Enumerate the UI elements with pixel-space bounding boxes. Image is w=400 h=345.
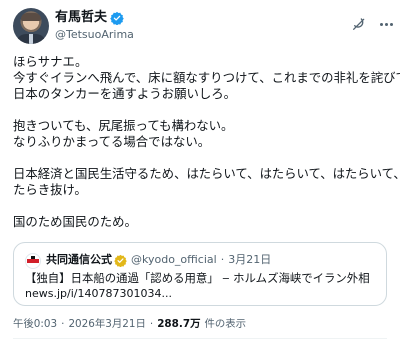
footer-separator: · [61, 318, 65, 330]
tweet-line: 日本のタンカーを通すようお願いしろ。 [13, 86, 237, 101]
author-name-row: 有馬哲夫 [55, 9, 124, 27]
tweet-text: ほらサナエ。 今すぐイランへ飛んで、床に額なすりつけて、これまでの非礼を詫びて、… [13, 54, 400, 230]
avatar-tie [29, 34, 33, 44]
more-icon[interactable] [377, 16, 395, 32]
view-count-label: 件の表示 [204, 318, 247, 330]
tweet-line: 国のため国民のため。 [13, 214, 137, 229]
more-dot [379, 22, 383, 26]
quoted-tweet[interactable]: 共同通信公式 @kyodo_official · 3月21日 【独自】日本船の通… [13, 242, 387, 306]
tweet-footer: 午後0:03 · 2026年3月21日 · 288.7万 件の表示 [13, 317, 246, 331]
quoted-author-name: 共同通信公式 [46, 253, 112, 266]
tweet-line: 日本経済と国民生活守るため、はたらいて、はたらいて、はたらいて、は [13, 166, 400, 181]
kyodo-logo-icon [25, 253, 41, 269]
footer-separator: · [149, 318, 154, 330]
author-display-name[interactable]: 有馬哲夫 [55, 9, 107, 27]
avatar[interactable] [13, 8, 49, 44]
author-handle[interactable]: @TetsuoArima [55, 28, 134, 42]
avatar-hair [21, 13, 41, 21]
quoted-author-handle: @kyodo_official [131, 253, 217, 266]
quoted-separator: · [220, 253, 225, 266]
kyodo-logo-band [27, 259, 39, 263]
tweet-line: なりふりかまってる場合ではない。 [13, 134, 211, 149]
divider [13, 338, 387, 339]
quoted-text: 【独自】日本船の通過「認める用意」 ‒ ホルムズ海峡でイラン外相 [25, 271, 370, 285]
view-count: 288.7万 [157, 318, 201, 330]
more-dot [384, 22, 388, 26]
tweet-header: 有馬哲夫 @TetsuoArima [13, 6, 393, 46]
tweet-time[interactable]: 午後0:03 [13, 317, 57, 331]
quoted-tweet-header: 共同通信公式 @kyodo_official · 3月21日 [46, 251, 271, 269]
quoted-link[interactable]: news.jp/i/140787301034... [25, 287, 172, 301]
verified-badge-icon [110, 11, 124, 25]
tweet-line: ほらサナエ。 [13, 54, 88, 69]
tweet-date[interactable]: 2026年3月21日 [68, 317, 145, 331]
quoted-date: 3月21日 [228, 253, 272, 266]
grok-icon[interactable] [351, 16, 367, 32]
gold-verified-badge-icon [114, 254, 127, 267]
more-dot [389, 22, 393, 26]
tweet-line: 今すぐイランへ飛んで、床に額なすりつけて、これまでの非礼を詫びて、 [13, 70, 400, 85]
tweet-line: たらき抜け。 [13, 182, 87, 197]
tweet-line: 抱きついても、尻尾振っても構わない。 [13, 118, 234, 133]
